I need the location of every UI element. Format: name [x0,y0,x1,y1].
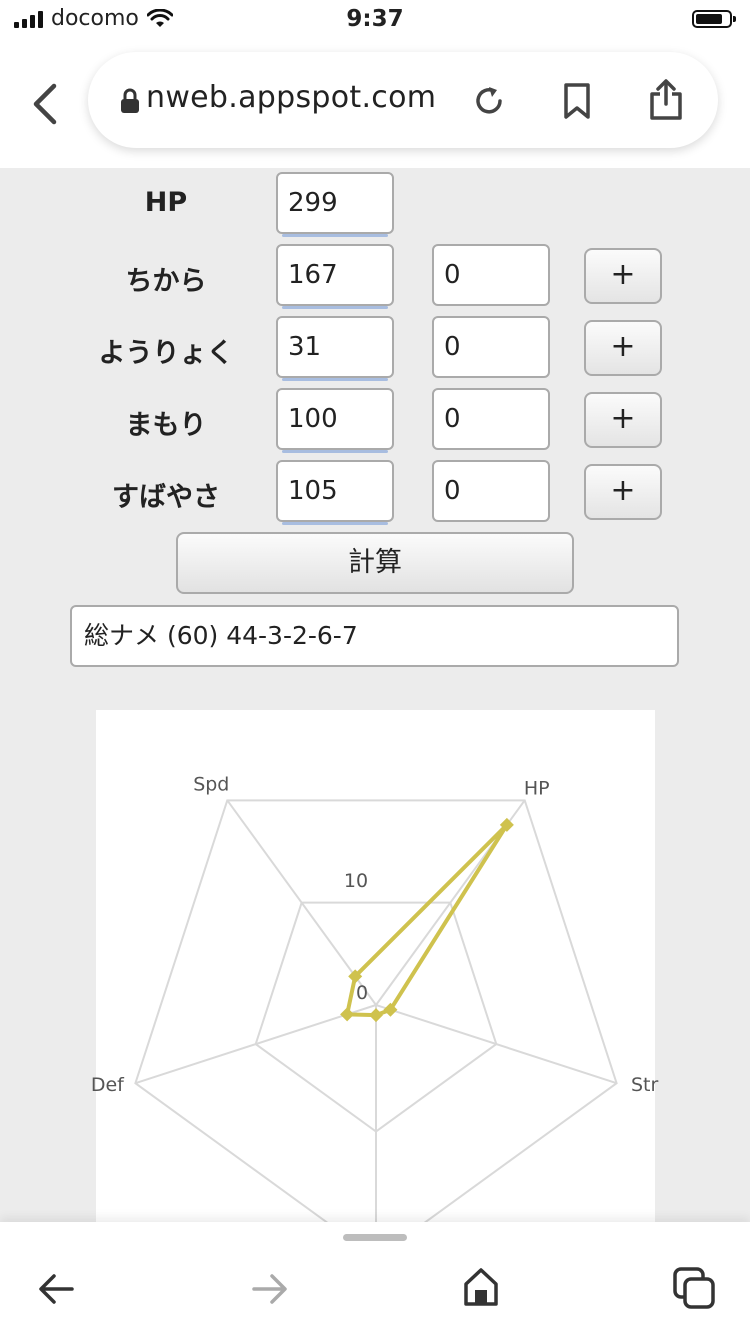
data-point-2 [369,1008,383,1023]
axis-label-spd: Spd [193,773,229,795]
tick-label-0: 0 [356,982,368,1004]
back-arrow-icon[interactable] [38,1270,76,1308]
browser-toolbar [0,1222,750,1334]
axis-spoke-3 [135,1004,377,1085]
axis-label-str: Str [631,1074,659,1096]
series-line [345,822,509,1018]
data-point-3 [340,1007,355,1022]
forward-arrow-icon[interactable] [250,1270,288,1308]
toolbar-handle[interactable] [343,1234,407,1241]
axis-spoke-1 [375,1004,617,1085]
axis-label-hp: HP [524,777,550,799]
tabs-icon[interactable] [672,1266,716,1310]
radar-chart: HP Str Def Spd 0 10 [91,773,659,1260]
home-icon[interactable] [462,1266,500,1308]
radar-chart-panel: HP Str Def Spd 0 10 [91,710,658,1260]
tick-label-10: 10 [344,870,368,892]
axis-label-def: Def [91,1074,125,1096]
